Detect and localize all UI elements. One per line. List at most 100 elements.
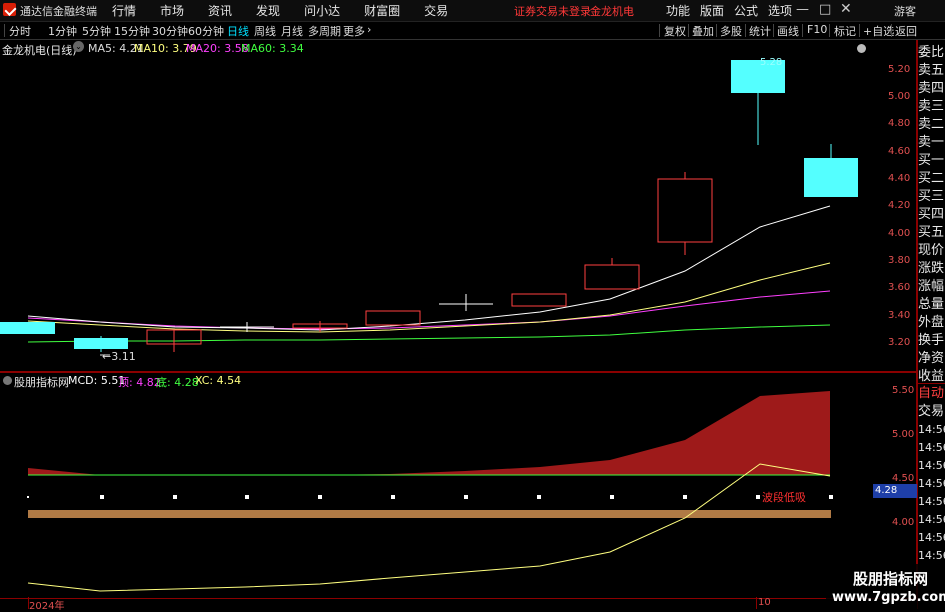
value-badge: 4.28 bbox=[873, 484, 917, 498]
period-30min[interactable]: 30分钟 bbox=[152, 23, 188, 39]
candle bbox=[657, 178, 713, 243]
menu-item-discover[interactable]: 发现 bbox=[256, 2, 280, 19]
indicator-chart bbox=[27, 391, 833, 592]
watermark-title: 股朋指标网 bbox=[853, 570, 929, 588]
y-tick: 4.40 bbox=[888, 173, 911, 184]
tool-back[interactable]: 返回 bbox=[895, 23, 917, 39]
x-label-year: 2024年 bbox=[29, 601, 65, 612]
signal-dot bbox=[610, 495, 614, 499]
xc-line bbox=[27, 463, 831, 592]
tool-restore-rights[interactable]: 复权 bbox=[664, 23, 686, 39]
tool-draw-line[interactable]: 画线 bbox=[777, 23, 799, 39]
period-daily[interactable]: 日线 bbox=[227, 23, 249, 39]
ma5-line bbox=[27, 205, 831, 331]
period-intraday[interactable]: 分时 bbox=[9, 23, 31, 39]
signal-dot bbox=[683, 495, 687, 499]
menu-item-wealth[interactable]: 财富圈 bbox=[364, 2, 400, 19]
trade-tab[interactable]: 交易 bbox=[918, 403, 944, 421]
x-axis: 2024年 10 bbox=[0, 597, 916, 612]
ma10-line bbox=[27, 262, 831, 333]
period-60min[interactable]: 60分钟 bbox=[188, 23, 224, 39]
menu-item-layout[interactable]: 版面 bbox=[700, 2, 724, 19]
tool-mark[interactable]: 标记 bbox=[834, 23, 856, 39]
app-logo-icon bbox=[3, 3, 16, 16]
period-15min[interactable]: 15分钟 bbox=[114, 23, 150, 39]
x-label-month: 10 bbox=[758, 597, 771, 608]
quote-label: 买四 bbox=[918, 207, 945, 222]
quote-label: 总量 bbox=[918, 297, 945, 312]
minimize-icon[interactable]: — bbox=[796, 2, 809, 17]
toolbar-divider bbox=[859, 24, 860, 37]
right-menu: 功能 版面 公式 选项 bbox=[666, 2, 802, 19]
signal-dot bbox=[100, 495, 104, 499]
signal-dot bbox=[318, 495, 322, 499]
quote-label: 换手 bbox=[918, 333, 945, 348]
period-toolbar: 分时 1分钟 5分钟 15分钟 30分钟 60分钟 日线 周线 月线 多周期 更… bbox=[0, 22, 945, 40]
guest-label[interactable]: 游客 bbox=[894, 3, 916, 19]
quote-label: 现价 bbox=[918, 243, 945, 258]
watermark: 股朋指标网 www.7gpzb.com bbox=[826, 564, 945, 609]
y-tick: 3.60 bbox=[888, 282, 911, 293]
tool-f10[interactable]: F10 bbox=[807, 23, 827, 36]
signal-dot bbox=[245, 495, 249, 499]
period-1min[interactable]: 1分钟 bbox=[48, 23, 77, 39]
quote-label: 买三 bbox=[918, 189, 945, 204]
candle bbox=[365, 310, 421, 326]
y-tick: 4.60 bbox=[888, 146, 911, 157]
high-price-annotation: 5.28 bbox=[760, 57, 783, 68]
period-5min[interactable]: 5分钟 bbox=[82, 23, 111, 39]
menu-item-formula[interactable]: 公式 bbox=[734, 2, 758, 19]
mcd-area bbox=[28, 391, 830, 475]
tick-time: 14:56 bbox=[918, 495, 945, 508]
candle bbox=[584, 264, 640, 290]
tool-overlay[interactable]: 叠加 bbox=[692, 23, 714, 39]
quote-panel: 委比 卖五 卖四 卖三 卖二 卖一 买一 买二 买三 买四 买五 现价 涨跌 涨… bbox=[917, 40, 945, 609]
ma-lines bbox=[27, 205, 831, 343]
tick-time: 14:56 bbox=[918, 531, 945, 544]
quote-label: 外盘 bbox=[918, 315, 945, 330]
period-monthly[interactable]: 月线 bbox=[281, 23, 303, 39]
menu-item-ask[interactable]: 问小达 bbox=[304, 2, 340, 19]
y-tick: 3.40 bbox=[888, 310, 911, 321]
menu-item-trade[interactable]: 交易 bbox=[424, 2, 448, 19]
maximize-icon[interactable]: □ bbox=[819, 2, 831, 17]
quote-label: 买二 bbox=[918, 171, 945, 186]
quote-label: 卖二 bbox=[918, 117, 945, 132]
tool-add-watchlist[interactable]: +自选 bbox=[863, 23, 894, 39]
y-tick: 4.00 bbox=[892, 517, 915, 528]
menu-item-options[interactable]: 选项 bbox=[768, 2, 792, 19]
signal-dot bbox=[537, 495, 541, 499]
signal-dot bbox=[464, 495, 468, 499]
period-more[interactable]: 更多 bbox=[343, 23, 365, 39]
signal-dot bbox=[391, 495, 395, 499]
menu-item-function[interactable]: 功能 bbox=[666, 2, 690, 19]
quote-label: 卖五 bbox=[918, 63, 945, 78]
quote-label: 涨跌 bbox=[918, 261, 945, 276]
y-tick: 5.00 bbox=[888, 91, 911, 102]
candle bbox=[511, 293, 567, 307]
candle bbox=[0, 322, 55, 334]
close-icon[interactable]: ✕ bbox=[840, 1, 852, 17]
tool-multi-stock[interactable]: 多股 bbox=[720, 23, 742, 39]
quote-label: 卖三 bbox=[918, 99, 945, 114]
tool-statistics[interactable]: 统计 bbox=[749, 23, 771, 39]
period-multi[interactable]: 多周期 bbox=[308, 23, 341, 39]
menu-item-quotes[interactable]: 行情 bbox=[112, 2, 136, 19]
tick-time: 14:56 bbox=[918, 459, 945, 472]
stock-name-title: 金龙机电 bbox=[590, 5, 634, 18]
auto-trade-tab[interactable]: 自动 bbox=[918, 385, 944, 403]
title-bar: 通达信金融终端 行情 市场 资讯 发现 问小达 财富圈 交易 证券交易未登录 金… bbox=[0, 0, 945, 22]
candle bbox=[804, 158, 858, 197]
quote-label: 委比 bbox=[918, 45, 945, 60]
quote-label: 净资 bbox=[918, 351, 945, 366]
y-tick: 4.00 bbox=[888, 228, 911, 239]
signal-text: 波段低吸 bbox=[762, 491, 806, 504]
menu-item-market[interactable]: 市场 bbox=[160, 2, 184, 19]
signal-dot bbox=[27, 496, 29, 498]
chevron-right-icon[interactable]: › bbox=[367, 23, 371, 36]
y-tick: 4.80 bbox=[888, 118, 911, 129]
trade-login-warning[interactable]: 证券交易未登录 bbox=[514, 3, 591, 19]
period-weekly[interactable]: 周线 bbox=[254, 23, 276, 39]
orange-band bbox=[28, 510, 831, 518]
menu-item-news[interactable]: 资讯 bbox=[208, 2, 232, 19]
